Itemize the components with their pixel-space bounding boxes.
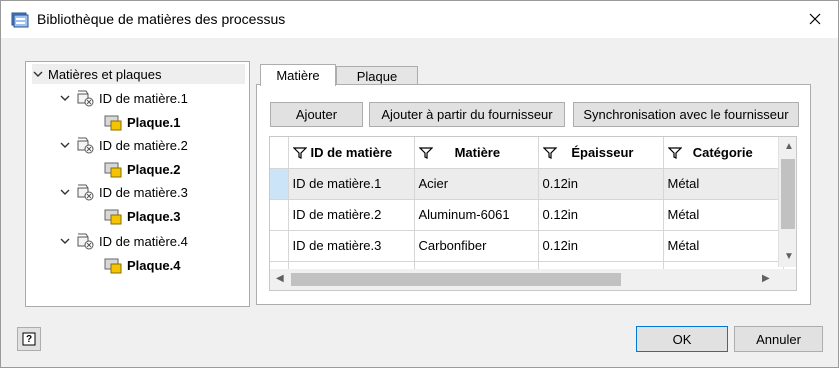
tab-matiere[interactable]: Matière <box>260 64 336 86</box>
row-header[interactable] <box>270 199 289 231</box>
scroll-right-icon[interactable]: ▶ <box>762 273 770 284</box>
table-cell[interactable]: ID de matière.1 <box>288 168 415 200</box>
filter-icon[interactable] <box>418 147 433 160</box>
tree-child-label: Plaque.3 <box>127 208 181 224</box>
tree-item-plate-1[interactable]: Plaque.1 <box>103 112 180 132</box>
add-from-supplier-button[interactable]: Ajouter à partir du fournisseur <box>369 102 565 127</box>
table-cell[interactable]: ID de matière.3 <box>288 230 415 262</box>
help-button[interactable]: ? <box>17 327 41 351</box>
plate-icon <box>104 162 122 178</box>
tree-item-label: ID de matière.2 <box>99 137 188 153</box>
table-cell[interactable]: Acier <box>414 168 539 200</box>
filter-icon[interactable] <box>667 147 682 160</box>
close-icon <box>809 13 821 25</box>
column-header[interactable]: Épaisseur <box>538 137 664 169</box>
scroll-up-icon[interactable]: ▲ <box>784 141 794 152</box>
sync-supplier-button[interactable]: Synchronisation avec le fournisseur <box>573 102 799 127</box>
horizontal-scrollbar[interactable]: ◀ ▶ <box>270 269 778 290</box>
scroll-corner <box>778 269 796 290</box>
window-title: Bibliothèque de matières des processus <box>37 11 286 27</box>
tree-item-label: ID de matière.3 <box>99 184 188 200</box>
plate-icon <box>104 209 122 225</box>
materials-table: ID de matière Matière Épaisseur Catégori… <box>270 137 784 290</box>
plate-icon <box>104 258 122 274</box>
chevron-down-icon[interactable] <box>59 235 71 247</box>
tree-item-material-2[interactable]: ID de matière.2 <box>59 135 188 155</box>
tree-item-label: ID de matière.1 <box>99 90 188 106</box>
tree-item-plate-4[interactable]: Plaque.4 <box>103 255 180 275</box>
tab-label: Matière <box>276 68 320 83</box>
table-row[interactable]: ID de matière.2 Aluminum-6061 0.12in Mét… <box>270 199 784 231</box>
materials-tree: Matières et plaques ID de matière.1 Plaq… <box>25 61 250 307</box>
table-cell[interactable]: Métal <box>663 199 784 231</box>
vertical-scroll-thumb[interactable] <box>781 159 795 229</box>
chevron-down-icon[interactable] <box>59 92 71 104</box>
title-bar: Bibliothèque de matières des processus <box>1 1 838 38</box>
material-icon <box>77 90 94 107</box>
filter-icon[interactable] <box>292 147 307 160</box>
ok-button[interactable]: OK <box>636 326 728 352</box>
help-label: ? <box>25 333 33 345</box>
materials-grid: ID de matière Matière Épaisseur Catégori… <box>269 136 797 291</box>
column-header-label: Catégorie <box>692 144 753 160</box>
tab-label: Plaque <box>356 68 398 84</box>
column-header-label: ID de matière <box>310 144 393 160</box>
table-cell[interactable]: Métal <box>663 230 784 262</box>
chevron-down-icon[interactable] <box>59 186 71 198</box>
scroll-down-icon[interactable]: ▼ <box>784 251 794 262</box>
tree-item-material-4[interactable]: ID de matière.4 <box>59 231 188 251</box>
column-header-label: Matière <box>454 144 501 160</box>
vertical-scrollbar[interactable]: ▲ ▼ <box>778 137 796 267</box>
table-row[interactable]: ID de matière.3 Carbonfiber 0.12in Métal <box>270 230 784 262</box>
cancel-button[interactable]: Annuler <box>734 326 823 352</box>
horizontal-scroll-thumb[interactable] <box>291 273 621 286</box>
tree-child-label: Plaque.1 <box>127 114 181 130</box>
table-cell[interactable]: 0.12in <box>538 230 664 262</box>
close-button[interactable] <box>796 5 834 33</box>
material-icon <box>77 137 94 154</box>
tree-item-material-1[interactable]: ID de matière.1 <box>59 88 188 108</box>
filter-icon[interactable] <box>542 147 557 160</box>
scroll-left-icon[interactable]: ◀ <box>276 273 284 284</box>
row-header[interactable] <box>270 230 289 262</box>
tree-item-plate-3[interactable]: Plaque.3 <box>103 206 180 226</box>
chevron-down-icon[interactable] <box>32 68 44 80</box>
material-icon <box>77 233 94 250</box>
row-header-corner <box>270 137 289 169</box>
table-cell[interactable]: ID de matière.2 <box>288 199 415 231</box>
tree-item-plate-2[interactable]: Plaque.2 <box>103 159 180 179</box>
table-cell[interactable]: 0.12in <box>538 168 664 200</box>
tab-plaque[interactable]: Plaque <box>336 66 418 85</box>
tree-child-label: Plaque.4 <box>127 257 181 273</box>
table-row[interactable]: ID de matière.1 Acier 0.12in Métal <box>270 168 784 200</box>
table-cell[interactable]: 0.12in <box>538 199 664 231</box>
chevron-down-icon[interactable] <box>59 139 71 151</box>
header-row: ID de matière Matière Épaisseur Catégori… <box>270 137 784 169</box>
tree-item-material-3[interactable]: ID de matière.3 <box>59 182 188 202</box>
column-header-label: Épaisseur <box>571 144 634 160</box>
table-cell[interactable]: Aluminum-6061 <box>414 199 539 231</box>
column-header[interactable]: ID de matière <box>288 137 415 169</box>
library-icon <box>11 12 29 28</box>
tree-root-label: Matières et plaques <box>48 66 162 82</box>
tree-child-label: Plaque.2 <box>127 161 181 177</box>
column-header[interactable]: Matière <box>414 137 539 169</box>
row-header[interactable] <box>270 168 289 200</box>
column-header[interactable]: Catégorie <box>663 137 784 169</box>
plate-icon <box>104 115 122 131</box>
tree-item-label: ID de matière.4 <box>99 233 188 249</box>
table-cell[interactable]: Métal <box>663 168 784 200</box>
tree-root[interactable]: Matières et plaques <box>32 64 245 84</box>
table-cell[interactable]: Carbonfiber <box>414 230 539 262</box>
add-button[interactable]: Ajouter <box>270 102 363 127</box>
material-icon <box>77 184 94 201</box>
